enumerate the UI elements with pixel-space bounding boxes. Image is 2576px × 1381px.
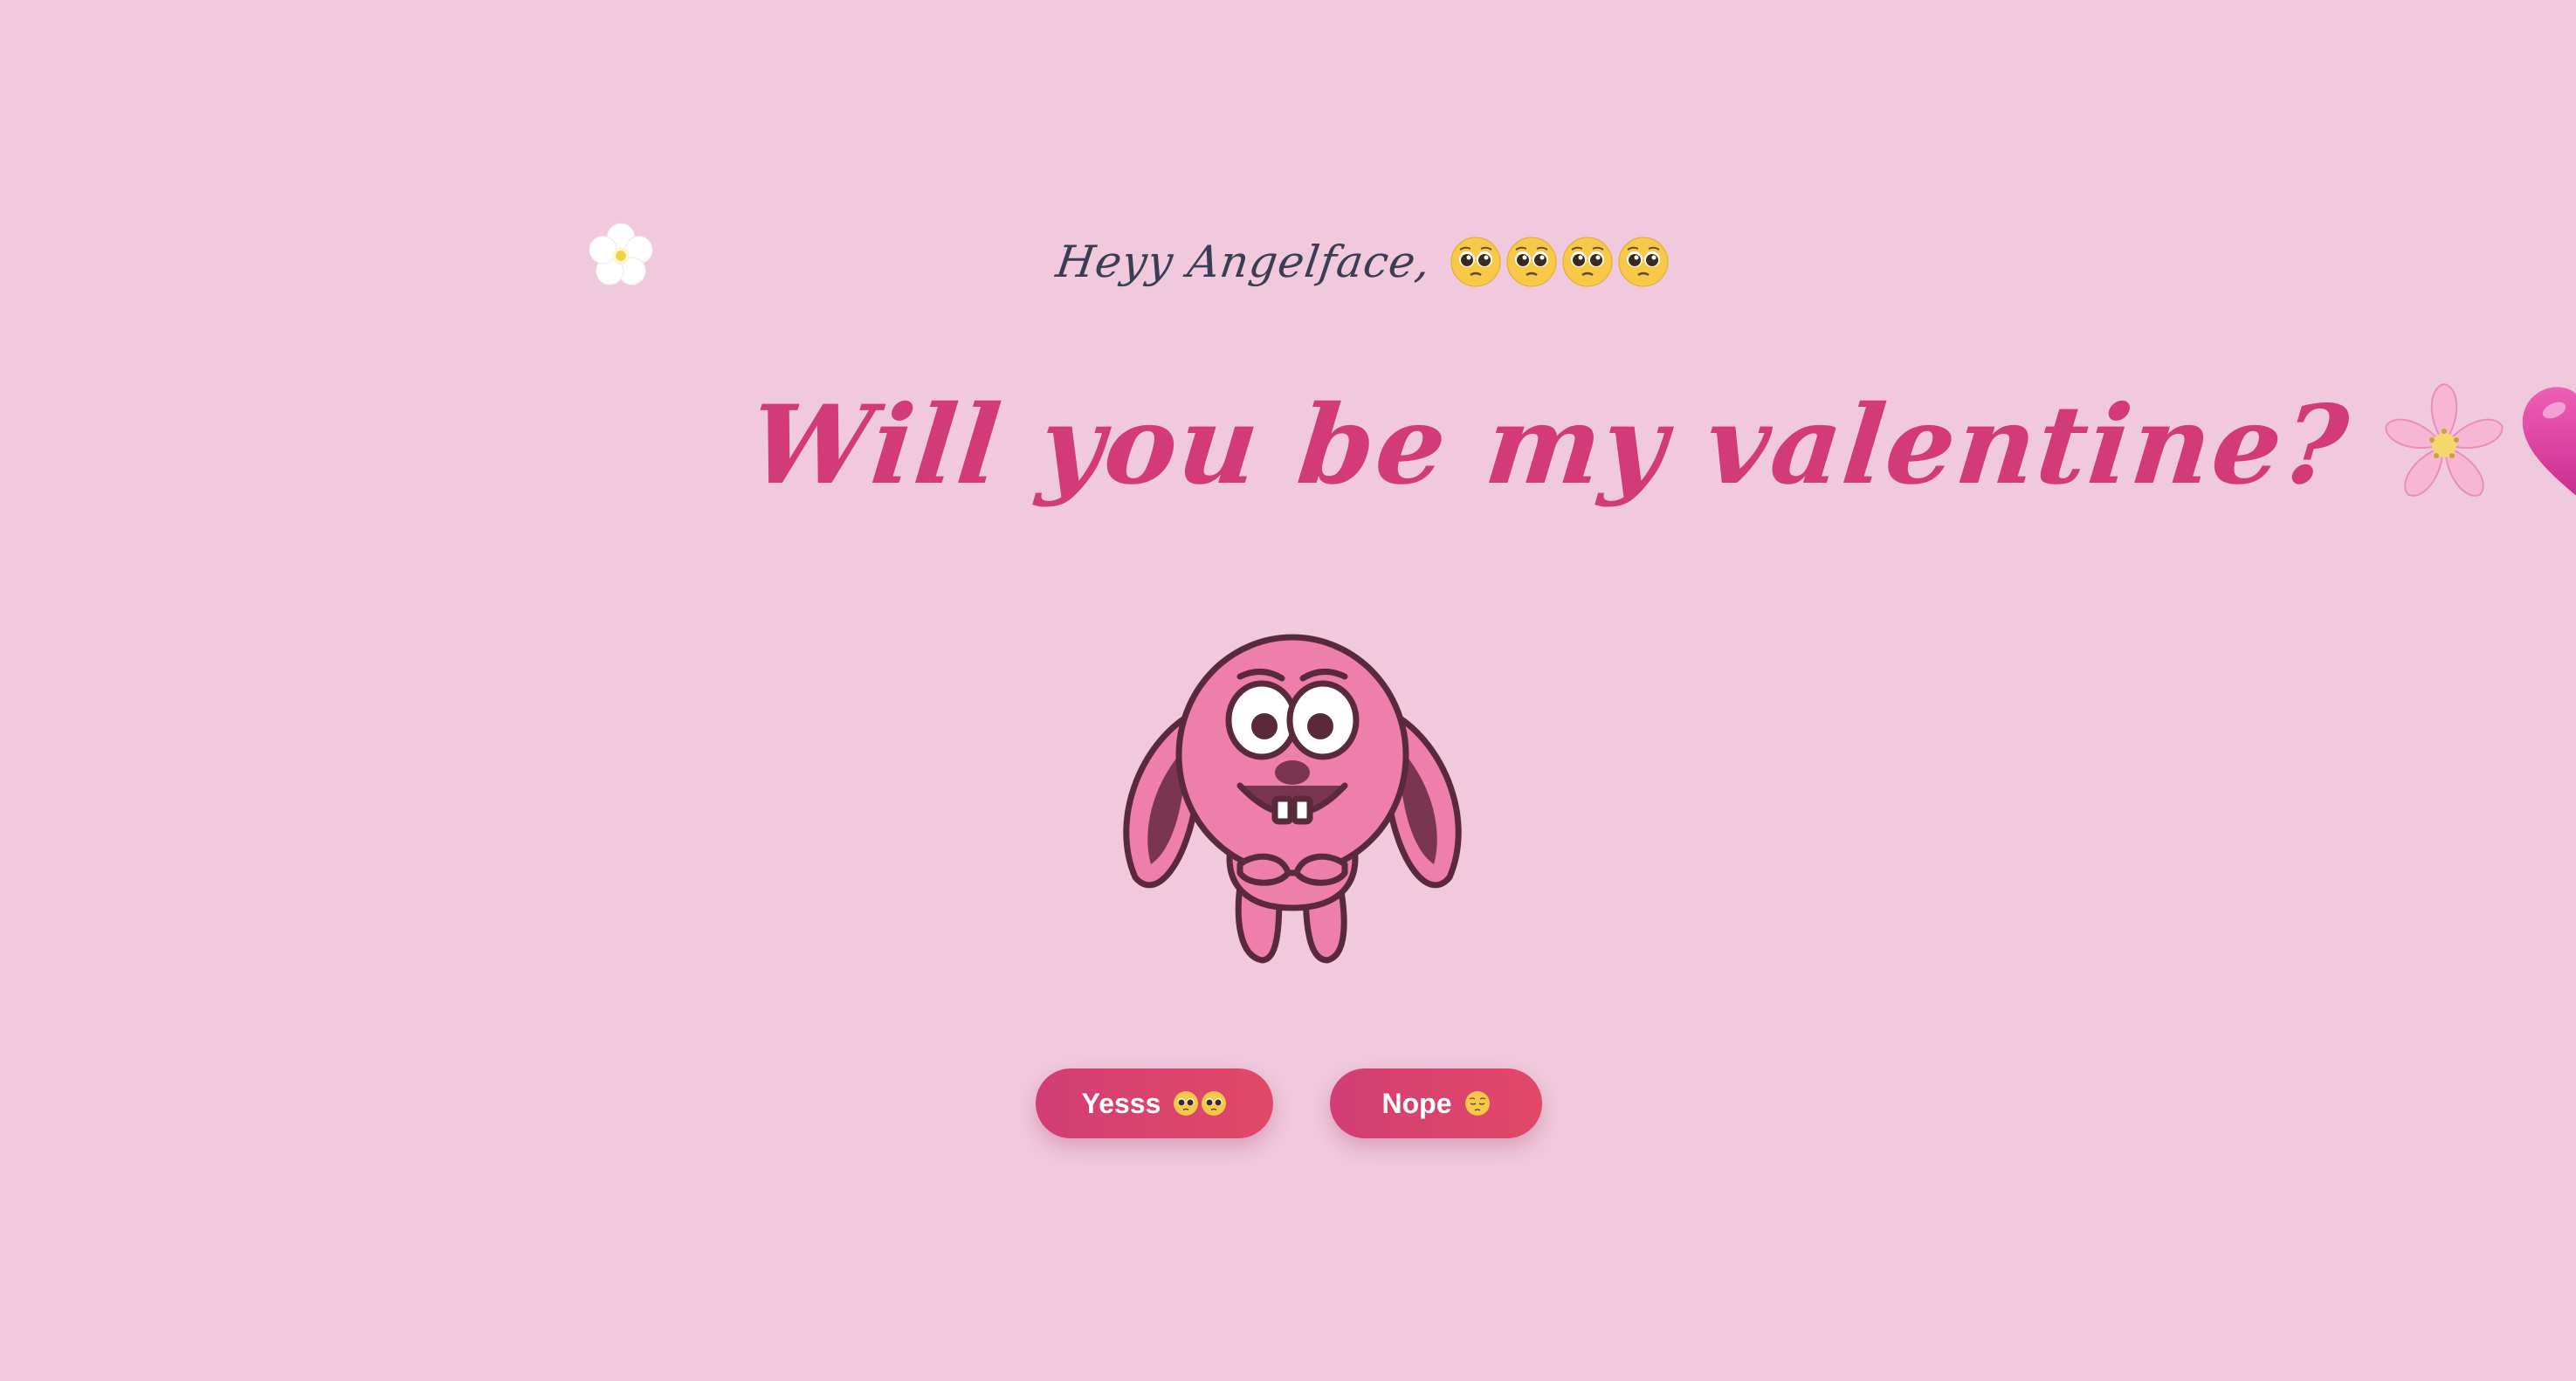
pleading-face-emoji (1618, 237, 1669, 287)
title-emojis (2374, 375, 2576, 515)
no-button[interactable]: Nope (1330, 1068, 1542, 1138)
yes-button[interactable]: Yesss (1036, 1068, 1273, 1138)
pleading-face-emoji (1506, 237, 1557, 287)
pink-heart-emoji (2523, 387, 2576, 496)
pink-bunny-illustration (1123, 634, 1462, 964)
pleading-face-emoji (1202, 1091, 1227, 1116)
pleading-face-emoji (1562, 237, 1613, 287)
yes-button-emojis (1173, 1090, 1227, 1116)
no-button-label: Nope (1381, 1087, 1452, 1119)
greeting-line: Heyy Angelface, (1053, 218, 1670, 306)
white-flower-icon (589, 223, 653, 285)
greeting-text: Heyy Angelface, (1052, 237, 1435, 287)
cherry-blossom-emoji (2385, 382, 2504, 497)
title-row: Will you be my valentine? (744, 349, 2576, 541)
pleading-face-emoji (1174, 1091, 1199, 1116)
no-button-emojis (1464, 1090, 1491, 1116)
valentine-page: Heyy Angelface, Will you be my valentine… (0, 0, 2576, 1381)
page-title: Will you be my valentine? (744, 381, 2356, 509)
greeting-emojis (1450, 236, 1670, 288)
yes-button-label: Yesss (1081, 1087, 1161, 1119)
pensive-face-emoji (1464, 1091, 1490, 1116)
pleading-face-emoji (1450, 237, 1501, 287)
